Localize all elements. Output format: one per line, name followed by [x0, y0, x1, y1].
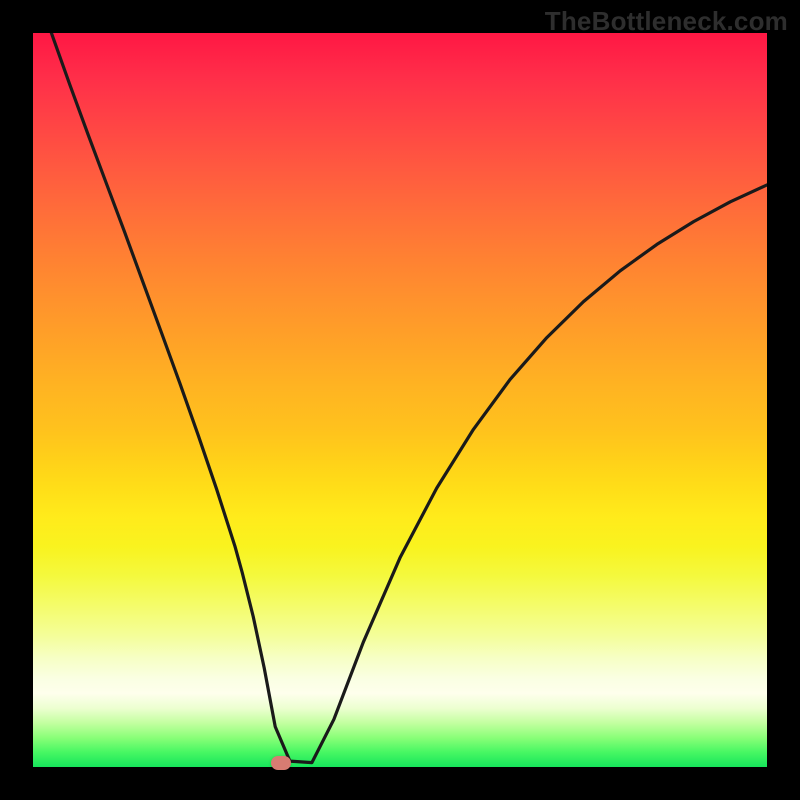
- chart-frame: TheBottleneck.com: [0, 0, 800, 800]
- bottleneck-curve: [33, 33, 767, 767]
- optimum-marker: [271, 756, 291, 770]
- plot-area: [33, 33, 767, 767]
